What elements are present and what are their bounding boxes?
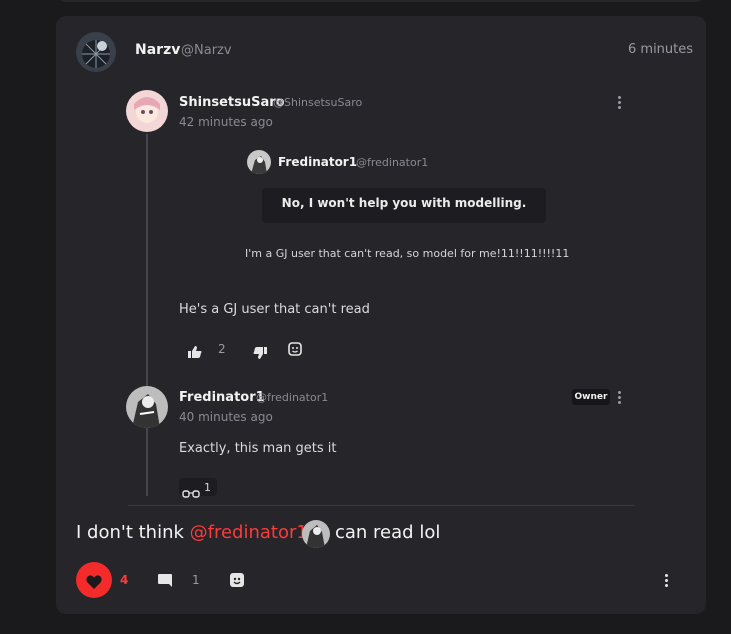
mention-link[interactable]: @fredinator1: [190, 522, 308, 543]
post-author-name[interactable]: Narzv: [135, 42, 180, 58]
divider: [128, 505, 634, 506]
add-reaction-icon[interactable]: [288, 342, 303, 361]
embed-author-handle: @fredinator1: [356, 156, 429, 169]
comment-count: 1: [192, 573, 200, 587]
post-text: I don't think @fredinator1: [76, 522, 308, 543]
reply-author-handle[interactable]: @fredinator1: [256, 391, 328, 404]
comment-time: 42 minutes ago: [179, 115, 273, 129]
owner-badge: Owner: [572, 389, 610, 405]
glasses-icon: [182, 483, 200, 502]
reaction-count: 1: [204, 481, 211, 494]
like-count: 4: [120, 573, 129, 587]
comment-author-name[interactable]: ShinsetsuSaro: [179, 95, 285, 110]
comment-text: He's a GJ user that can't read: [179, 302, 370, 317]
reply-more-menu-icon[interactable]: [618, 391, 622, 406]
previous-post-card: [56, 0, 706, 2]
reply-author-name[interactable]: Fredinator1: [179, 390, 265, 405]
comment-author-handle[interactable]: @ShinsetsuSaro: [273, 96, 362, 109]
post-text-before: I don't think: [76, 522, 184, 543]
comment-icon[interactable]: [157, 573, 173, 592]
comment-like-count: 2: [218, 342, 226, 356]
embed-author-name: Fredinator1: [278, 155, 358, 169]
embed-body-text: I'm a GJ user that can't read, so model …: [245, 247, 570, 260]
reply-author-avatar[interactable]: [126, 386, 168, 428]
embed-author-avatar: [247, 150, 271, 174]
mention-avatar[interactable]: [302, 520, 330, 548]
reply-time: 40 minutes ago: [179, 410, 273, 424]
heart-icon: [86, 574, 102, 593]
thumbs-up-icon[interactable]: [188, 343, 202, 362]
thumbs-down-icon[interactable]: [253, 344, 267, 363]
post-add-reaction-icon[interactable]: [229, 572, 246, 593]
post-time: 6 minutes: [628, 42, 694, 57]
reply-text: Exactly, this man gets it: [179, 441, 337, 456]
post-author-avatar[interactable]: [76, 32, 116, 72]
post-more-menu-icon[interactable]: [665, 574, 669, 589]
thread-line: [146, 134, 148, 496]
comment-author-avatar[interactable]: [126, 90, 168, 132]
post-text-after: can read lol: [335, 522, 441, 543]
embed-callout-text: No, I won't help you with modelling.: [281, 196, 527, 210]
post-author-handle[interactable]: @Narzv: [181, 43, 232, 58]
comment-more-menu-icon[interactable]: [618, 96, 622, 111]
